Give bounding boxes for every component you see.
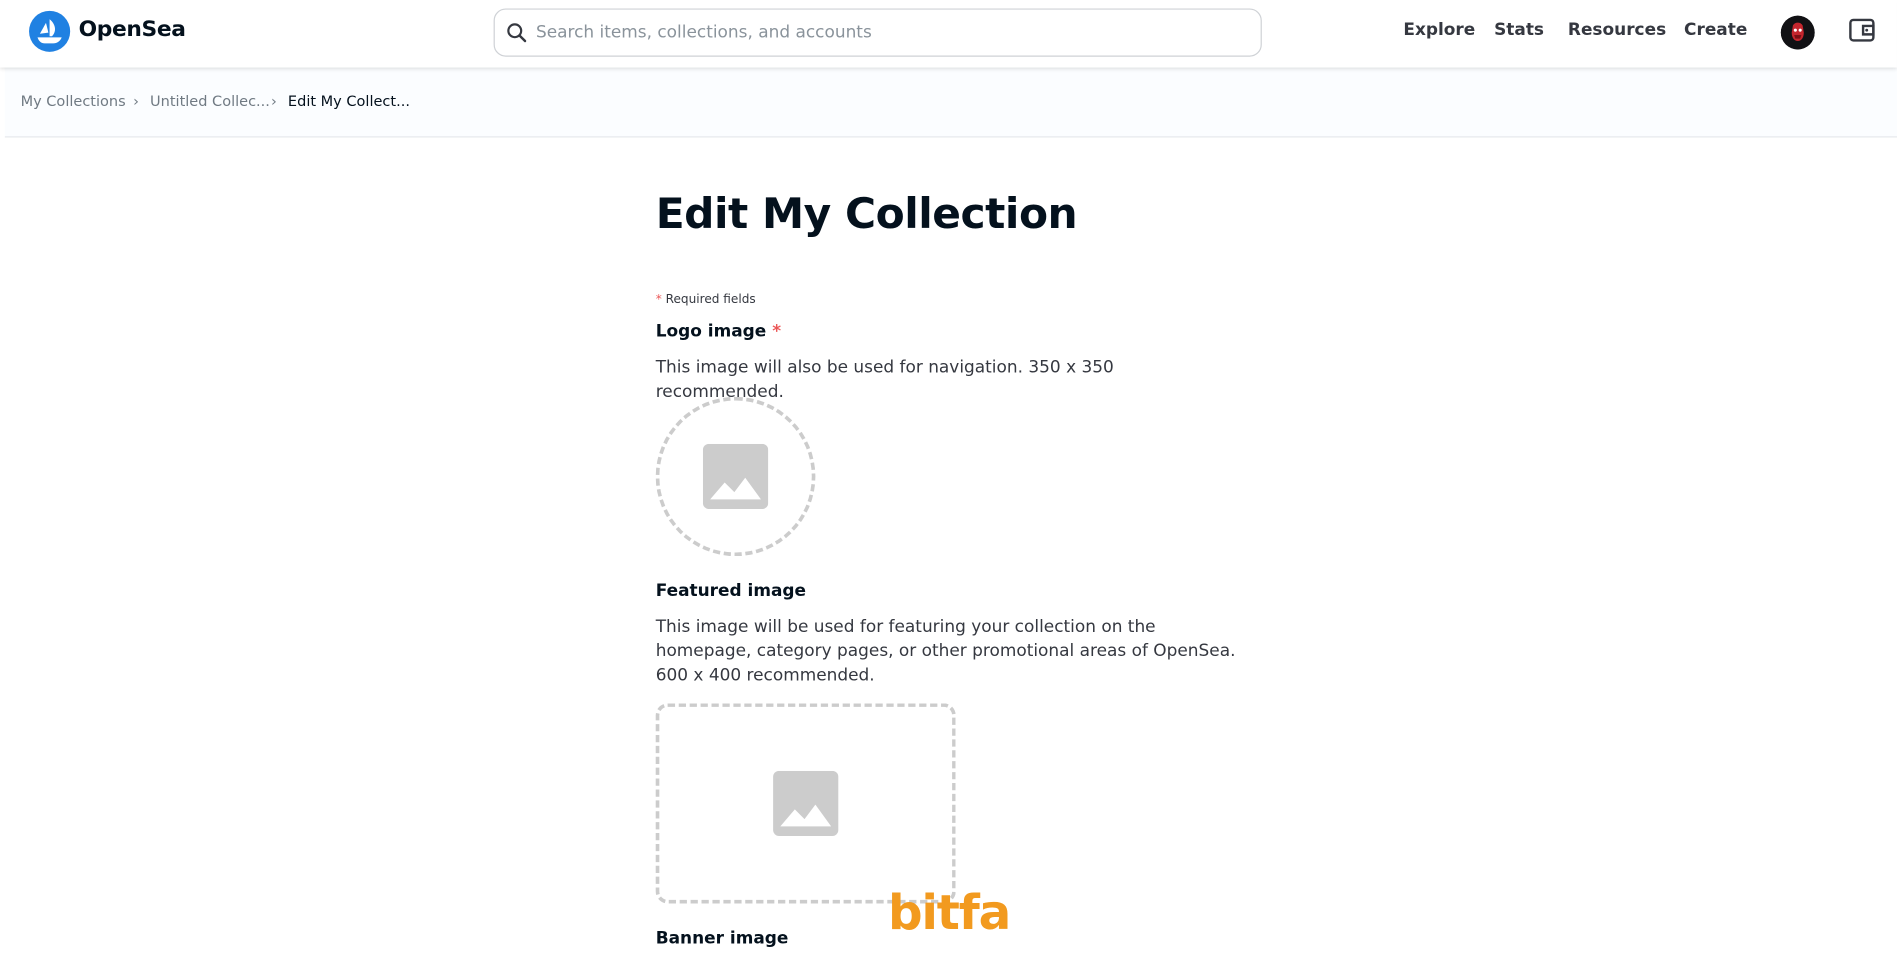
required-marker: * bbox=[655, 293, 662, 307]
top-navbar: OpenSea Explore Stats Resources Create bbox=[0, 0, 1897, 68]
wallet-icon[interactable] bbox=[1847, 16, 1876, 45]
logo-image-upload[interactable] bbox=[655, 396, 816, 557]
required-marker: * bbox=[772, 322, 782, 342]
opensea-logo-icon[interactable] bbox=[29, 10, 71, 52]
breadcrumb-edit-collection: Edit My Collect... bbox=[287, 92, 410, 110]
search-input[interactable] bbox=[535, 20, 1238, 45]
search-icon bbox=[507, 23, 527, 43]
avatar[interactable] bbox=[1780, 15, 1815, 50]
search-bar[interactable] bbox=[493, 8, 1262, 57]
required-fields-note: * Required fields bbox=[656, 293, 756, 306]
nav-resources[interactable]: Resources bbox=[1568, 21, 1666, 40]
logo-image-label: Logo image * bbox=[656, 322, 781, 341]
image-placeholder-icon bbox=[773, 770, 839, 836]
breadcrumb-separator: › bbox=[270, 92, 277, 110]
nav-stats[interactable]: Stats bbox=[1494, 21, 1544, 40]
nav-create[interactable]: Create bbox=[1684, 21, 1747, 40]
brand-name[interactable]: OpenSea bbox=[79, 17, 186, 42]
image-placeholder-icon bbox=[702, 443, 769, 510]
breadcrumb-separator: › bbox=[133, 92, 139, 110]
logo-image-label-text: Logo image bbox=[655, 322, 767, 342]
required-fields-text: Required fields bbox=[665, 293, 756, 307]
page: OpenSea Explore Stats Resources Create bbox=[0, 0, 1897, 953]
breadcrumb-untitled-collection[interactable]: Untitled Collec... bbox=[150, 93, 270, 110]
breadcrumb: My Collections › Untitled Collec... › Ed… bbox=[4, 67, 1897, 138]
bitfa-watermark: bitfa bbox=[887, 885, 1011, 941]
breadcrumb-my-collections[interactable]: My Collections bbox=[21, 93, 126, 110]
nav-explore[interactable]: Explore bbox=[1403, 21, 1475, 40]
page-title: Edit My Collection bbox=[655, 190, 1078, 239]
banner-image-label: Banner image bbox=[655, 928, 789, 949]
featured-image-description: This image will be used for featuring yo… bbox=[655, 617, 1236, 686]
featured-image-label: Featured image bbox=[655, 581, 807, 601]
featured-image-upload[interactable] bbox=[655, 703, 956, 904]
